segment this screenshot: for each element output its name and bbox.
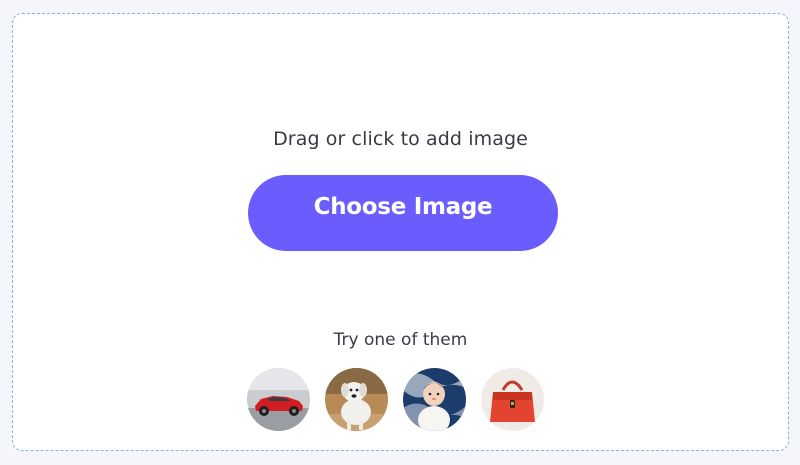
- image-dropzone[interactable]: Drag or click to add image Choose Image …: [12, 13, 789, 451]
- sample-baby-image[interactable]: [403, 368, 466, 431]
- sample-dog-image[interactable]: [325, 368, 388, 431]
- sample-handbag-image[interactable]: [481, 368, 544, 431]
- choose-image-button[interactable]: Choose Image: [248, 175, 558, 251]
- try-samples-label: Try one of them: [333, 330, 468, 350]
- sample-images: [247, 368, 544, 431]
- dropzone-prompt: Drag or click to add image: [273, 128, 528, 150]
- sample-car-image[interactable]: [247, 368, 310, 431]
